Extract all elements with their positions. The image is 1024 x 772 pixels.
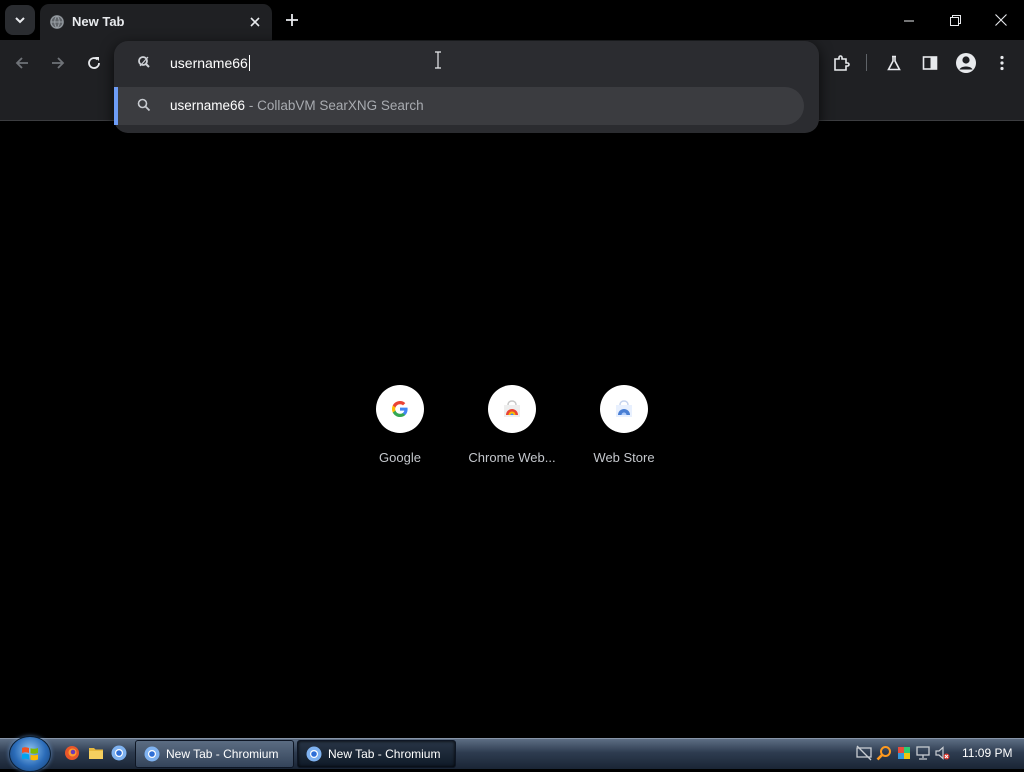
arrow-right-icon — [50, 55, 66, 71]
puzzle-icon — [832, 54, 850, 72]
searxng-icon — [136, 54, 152, 70]
forward-button[interactable] — [46, 51, 70, 75]
chrome-web-store-icon — [501, 399, 523, 419]
back-button[interactable] — [10, 51, 34, 75]
shortcut-google[interactable]: Google — [344, 385, 456, 475]
side-panel-icon — [922, 55, 938, 71]
avatar-icon — [955, 52, 977, 74]
toolbar-divider — [866, 54, 867, 71]
omnibox-popup: username66 username66 - CollabVM SearXNG… — [114, 41, 819, 133]
shield-icon[interactable] — [896, 745, 912, 761]
shortcut-icon-tile — [376, 385, 424, 433]
suggestion-query: username66 — [170, 98, 246, 113]
omnibox-suggestion[interactable]: username66 - CollabVM SearXNG Search — [114, 87, 804, 125]
chromium-icon — [144, 746, 160, 762]
close-window-button[interactable] — [978, 0, 1024, 40]
chromium-icon — [306, 746, 322, 762]
omnibox-text: username66 — [170, 55, 248, 71]
start-button[interactable] — [9, 736, 51, 772]
tab-title: New Tab — [72, 14, 125, 29]
reload-icon — [86, 55, 102, 71]
restore-icon — [949, 14, 961, 26]
search-icon[interactable] — [876, 745, 892, 761]
chevron-down-icon — [14, 14, 26, 26]
omnibox-input[interactable]: username66 — [170, 55, 250, 71]
shortcut-label: Web Store — [593, 450, 655, 465]
new-tab-button[interactable] — [282, 10, 302, 30]
shortcut-icon-tile — [600, 385, 648, 433]
plus-icon — [286, 14, 298, 26]
volume-muted-icon[interactable] — [934, 745, 950, 761]
shortcut-icon-tile — [488, 385, 536, 433]
suggestion-separator: - — [248, 98, 254, 113]
search-icon — [137, 98, 151, 112]
shortcut-chrome-web-store[interactable]: Chrome Web... — [456, 385, 568, 475]
close-tab-icon[interactable] — [246, 13, 264, 31]
minimize-button[interactable] — [886, 0, 932, 40]
close-icon — [995, 14, 1007, 26]
restore-button[interactable] — [932, 0, 978, 40]
firefox-icon[interactable] — [64, 745, 80, 761]
taskbar-item-label: New Tab - Chromium — [328, 747, 441, 761]
suggestion-engine: CollabVM SearXNG Search — [257, 98, 424, 113]
flask-icon — [886, 55, 902, 71]
web-store-icon — [613, 399, 635, 419]
shortcut-web-store[interactable]: Web Store — [568, 385, 680, 475]
menu-button[interactable] — [990, 51, 1014, 75]
more-vert-icon — [999, 55, 1005, 71]
folder-icon[interactable] — [88, 745, 104, 761]
suggestion-text: username66 - CollabVM SearXNG Search — [170, 98, 424, 113]
labs-button[interactable] — [882, 51, 906, 75]
globe-icon — [49, 14, 65, 30]
shortcut-label: Chrome Web... — [468, 450, 556, 465]
reload-button[interactable] — [82, 51, 106, 75]
minimize-icon — [903, 15, 915, 26]
display-off-icon[interactable] — [856, 745, 872, 761]
suggestion-focus-bar — [114, 87, 118, 125]
google-g-icon — [390, 399, 410, 419]
taskbar-item-label: New Tab - Chromium — [166, 747, 279, 761]
taskbar-clock[interactable]: 11:09 PM — [962, 746, 1012, 760]
text-caret — [248, 55, 250, 71]
extensions-button[interactable] — [829, 51, 853, 75]
tab-new-tab[interactable]: New Tab — [40, 4, 272, 40]
profile-button[interactable] — [954, 51, 978, 75]
arrow-left-icon — [14, 55, 30, 71]
windows-logo-icon — [21, 745, 39, 763]
tab-search-button[interactable] — [5, 5, 35, 35]
network-icon[interactable] — [915, 745, 931, 761]
chromium-icon[interactable] — [111, 745, 127, 761]
taskbar-item-chromium[interactable]: New Tab - Chromium — [135, 740, 294, 768]
shortcut-label: Google — [379, 450, 421, 465]
ibeam-cursor-icon — [434, 51, 442, 69]
taskbar-item-chromium-active[interactable]: New Tab - Chromium — [297, 740, 456, 768]
side-panel-button[interactable] — [918, 51, 942, 75]
